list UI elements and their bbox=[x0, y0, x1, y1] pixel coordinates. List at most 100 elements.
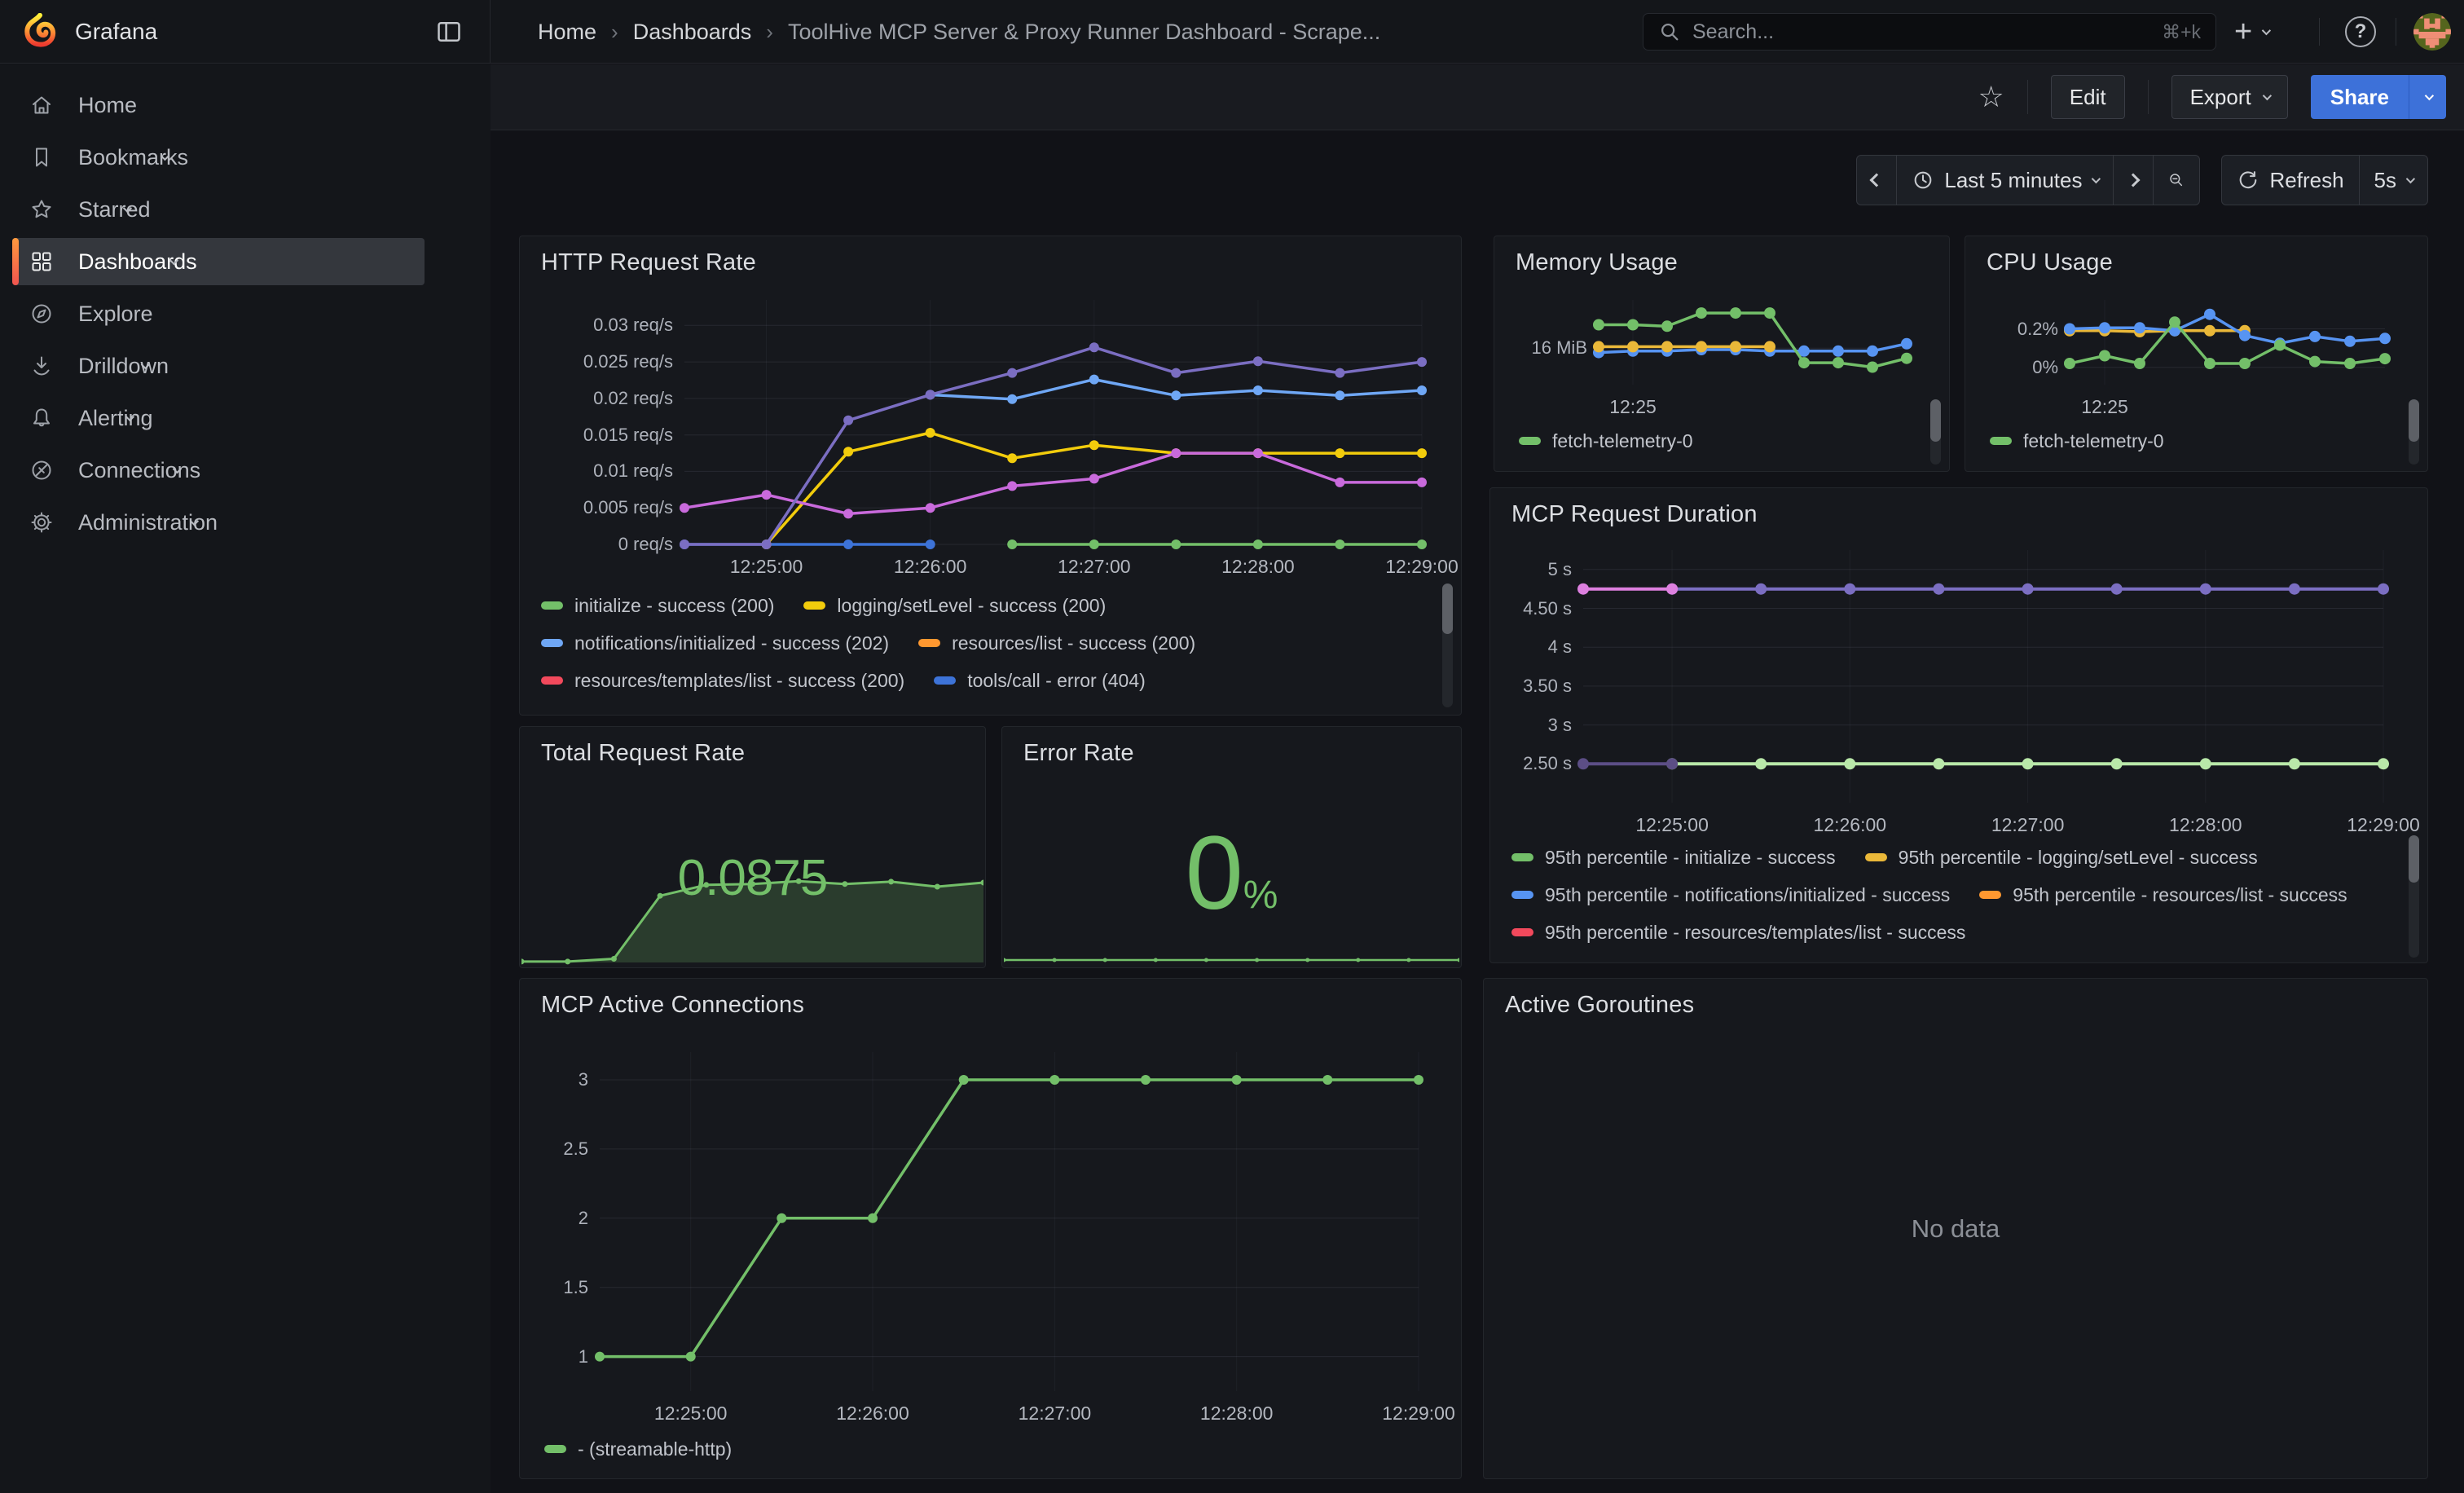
legend-item[interactable]: 95th percentile - resources/templates/li… bbox=[1511, 914, 1965, 951]
panel-http-request-rate[interactable]: HTTP Request Rate 0.03 req/s0.025 req/s0… bbox=[519, 236, 1462, 716]
export-button[interactable]: Export bbox=[2171, 75, 2288, 119]
x-axis-tick: 12:29:00 bbox=[1349, 554, 1495, 579]
panel-scrollbar[interactable] bbox=[2409, 399, 2419, 465]
grafana-logo-icon[interactable] bbox=[21, 13, 59, 51]
y-axis-tick: 0.015 req/s bbox=[531, 423, 673, 447]
panel-mcp-request-duration[interactable]: MCP Request Duration 5 s4.50 s4 s3.50 s3… bbox=[1489, 487, 2428, 963]
breadcrumb-dashboards[interactable]: Dashboards bbox=[633, 20, 752, 45]
y-axis-tick: 16 MiB bbox=[1503, 336, 1587, 360]
panel-scrollbar[interactable] bbox=[1930, 399, 1941, 465]
y-axis-tick: 3 bbox=[531, 1068, 588, 1092]
sidebar-toggle-icon[interactable] bbox=[435, 18, 463, 46]
legend-swatch bbox=[541, 639, 563, 647]
mcp-active-connections-chart[interactable]: 32.521.5112:25:0012:26:0012:27:0012:28:0… bbox=[531, 1031, 1440, 1427]
legend-item[interactable]: 95th percentile - initialize - success bbox=[1511, 839, 1836, 876]
divider bbox=[490, 0, 491, 64]
legend-item[interactable]: 95th percentile - logging/setLevel - suc… bbox=[1865, 839, 2258, 876]
panel-mcp-active-connections[interactable]: MCP Active Connections 32.521.5112:25:00… bbox=[519, 978, 1462, 1479]
home-icon bbox=[29, 93, 54, 117]
y-axis-tick: 4.50 s bbox=[1502, 597, 1572, 621]
sidebar-item-home[interactable]: Home bbox=[0, 79, 491, 131]
chevron-down-icon bbox=[2424, 91, 2433, 100]
y-axis-tick: 0% bbox=[1973, 355, 2058, 380]
legend-item[interactable]: - (streamable-http) bbox=[544, 1430, 732, 1468]
share-button[interactable]: Share bbox=[2311, 75, 2409, 119]
legend-swatch bbox=[1511, 891, 1533, 899]
legend-scrollbar[interactable] bbox=[1442, 584, 1453, 707]
sidebar-item-drilldown[interactable]: Drilldown bbox=[0, 340, 491, 392]
compass-icon bbox=[29, 302, 54, 326]
refresh-interval-picker[interactable]: 5s bbox=[2359, 155, 2428, 205]
http-request-rate-chart[interactable]: 0.03 req/s0.025 req/s0.02 req/s0.015 req… bbox=[531, 287, 1440, 580]
breadcrumb-current: ToolHive MCP Server & Proxy Runner Dashb… bbox=[788, 20, 1380, 45]
mcp-request-duration-chart[interactable]: 5 s4.50 s4 s3.50 s3 s2.50 s12:25:0012:26… bbox=[1502, 539, 2406, 839]
legend-item[interactable]: 95th percentile - notifications/initiali… bbox=[1511, 876, 1950, 914]
panel-error-rate[interactable]: Error Rate 0 % bbox=[1001, 726, 1462, 968]
search-input[interactable]: Search... ⌘+k bbox=[1643, 13, 2216, 51]
memory-usage-chart[interactable]: 16 MiB12:25 bbox=[1503, 282, 1931, 421]
panel-memory-usage[interactable]: Memory Usage 16 MiB12:25 fetch-telemetry… bbox=[1494, 236, 1950, 472]
y-axis-tick: 2 bbox=[531, 1206, 588, 1231]
bookmark-icon bbox=[29, 145, 54, 170]
sidebar-item-connections[interactable]: Connections bbox=[0, 444, 491, 496]
legend-label: 95th percentile - resources/list - succe… bbox=[2013, 884, 2347, 906]
favorite-star-icon[interactable]: ☆ bbox=[1978, 82, 2004, 112]
y-axis-tick: 0.01 req/s bbox=[531, 459, 673, 483]
legend-item[interactable]: logging/setLevel - success (200) bbox=[803, 587, 1106, 624]
time-range-picker[interactable]: Last 5 minutes bbox=[1896, 155, 2114, 205]
gear-icon bbox=[29, 510, 54, 535]
legend-item[interactable]: tools/call - error (404) bbox=[934, 662, 1146, 699]
sidebar-item-bookmarks[interactable]: Bookmarks bbox=[0, 131, 491, 183]
legend-swatch bbox=[918, 639, 940, 647]
legend-item[interactable]: initialize - success (200) bbox=[541, 587, 774, 624]
stat-value: 0 % bbox=[1002, 817, 1461, 931]
panel-active-goroutines[interactable]: Active Goroutines No data bbox=[1483, 978, 2428, 1479]
x-axis-tick: 12:28:00 bbox=[1164, 1401, 1310, 1425]
legend-item[interactable]: fetch-telemetry-0 bbox=[1990, 422, 2164, 460]
share-dropdown-button[interactable] bbox=[2409, 75, 2446, 119]
legend-item[interactable]: resources/list - success (200) bbox=[918, 624, 1195, 662]
legend-item[interactable]: tools/list - success (200) bbox=[810, 699, 1045, 711]
time-forward-button[interactable] bbox=[2113, 155, 2154, 205]
panel-total-request-rate[interactable]: Total Request Rate 0.0875 bbox=[519, 726, 986, 968]
legend: 95th percentile - initialize - success95… bbox=[1511, 839, 2387, 958]
y-axis-tick: 0.03 req/s bbox=[531, 313, 673, 337]
cpu-usage-chart[interactable]: 0.2%0%12:25 bbox=[1973, 282, 2409, 421]
edit-button[interactable]: Edit bbox=[2051, 75, 2125, 119]
sidebar-item-administration[interactable]: Administration bbox=[0, 496, 491, 548]
panel-title: MCP Active Connections bbox=[541, 992, 804, 1019]
y-axis-tick: 2.50 s bbox=[1502, 751, 1572, 776]
help-button[interactable]: ? bbox=[2345, 16, 2376, 47]
legend-item[interactable]: fetch-telemetry-0 bbox=[1519, 422, 1693, 460]
legend-item[interactable]: 95th percentile - resources/list - succe… bbox=[1979, 876, 2347, 914]
time-back-button[interactable] bbox=[1856, 155, 1897, 205]
grafana-app: Grafana Home › Dashboards › ToolHive MCP… bbox=[0, 0, 2464, 1493]
stat-value: 0.0875 bbox=[520, 849, 985, 906]
breadcrumb-separator: › bbox=[766, 20, 773, 45]
x-axis-tick: 12:25 bbox=[2031, 394, 2178, 419]
apps-grid-icon bbox=[29, 249, 54, 274]
avatar[interactable] bbox=[2413, 13, 2451, 51]
sidebar-item-alerting[interactable]: Alerting bbox=[0, 392, 491, 444]
legend-item[interactable]: resources/templates/list - success (200) bbox=[541, 662, 904, 699]
panel-cpu-usage[interactable]: CPU Usage 0.2%0%12:25 fetch-telemetry-0 bbox=[1965, 236, 2428, 472]
add-button[interactable]: + bbox=[2234, 11, 2268, 52]
chevron-down-icon bbox=[2262, 26, 2271, 35]
x-axis-tick: 12:29:00 bbox=[2310, 813, 2457, 837]
legend-scrollbar[interactable] bbox=[2409, 835, 2419, 958]
panel-title: Error Rate bbox=[1023, 740, 1134, 767]
zoom-out-button[interactable] bbox=[2153, 155, 2200, 205]
sidebar-item-dashboards[interactable]: Dashboards bbox=[0, 236, 491, 288]
legend-item[interactable]: notifications/initialized - success (202… bbox=[541, 624, 889, 662]
legend: fetch-telemetry-0 bbox=[1519, 422, 1869, 461]
dashboard-toolbar: ☆ Edit Export Share bbox=[491, 64, 2464, 130]
breadcrumb-home[interactable]: Home bbox=[538, 20, 596, 45]
x-axis-tick: 12:25:00 bbox=[618, 1401, 764, 1425]
legend-item[interactable]: unknown - success (200) bbox=[1074, 699, 1316, 711]
sidebar-item-starred[interactable]: Starred bbox=[0, 183, 491, 236]
refresh-button[interactable]: Refresh bbox=[2221, 155, 2359, 205]
legend-item[interactable]: tools/call - success (200) bbox=[541, 699, 781, 711]
chevron-down-icon bbox=[2406, 174, 2415, 183]
panel-title: Total Request Rate bbox=[541, 740, 745, 767]
sidebar-item-explore[interactable]: Explore bbox=[0, 288, 491, 340]
